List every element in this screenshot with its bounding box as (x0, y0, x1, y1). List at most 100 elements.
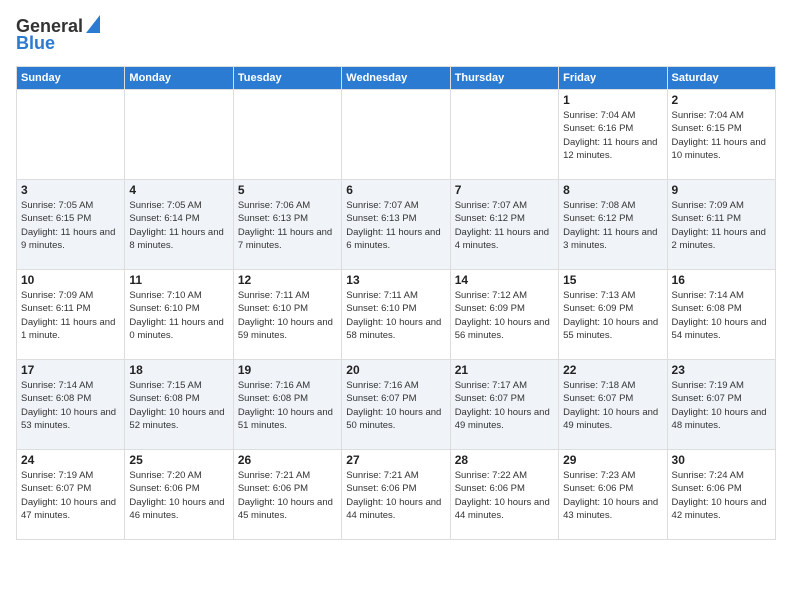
day-number: 8 (563, 183, 662, 197)
day-info: Sunrise: 7:04 AMSunset: 6:16 PMDaylight:… (563, 109, 662, 162)
calendar-week-row: 17Sunrise: 7:14 AMSunset: 6:08 PMDayligh… (17, 360, 776, 450)
calendar-header: SundayMondayTuesdayWednesdayThursdayFrid… (17, 67, 776, 90)
day-info: Sunrise: 7:17 AMSunset: 6:07 PMDaylight:… (455, 379, 554, 432)
day-number: 29 (563, 453, 662, 467)
day-number: 1 (563, 93, 662, 107)
weekday-header: Thursday (450, 67, 558, 90)
calendar-cell: 7 Sunrise: 7:07 AMSunset: 6:12 PMDaylight… (450, 180, 558, 270)
calendar-cell: 24 Sunrise: 7:19 AMSunset: 6:07 PMDayligh… (17, 450, 125, 540)
day-info: Sunrise: 7:07 AMSunset: 6:12 PMDaylight:… (455, 199, 554, 252)
calendar-cell: 1 Sunrise: 7:04 AMSunset: 6:16 PMDaylight… (559, 90, 667, 180)
day-info: Sunrise: 7:07 AMSunset: 6:13 PMDaylight:… (346, 199, 445, 252)
day-info: Sunrise: 7:04 AMSunset: 6:15 PMDaylight:… (672, 109, 771, 162)
page-header: General Blue (16, 16, 776, 54)
calendar-week-row: 24 Sunrise: 7:19 AMSunset: 6:07 PMDayligh… (17, 450, 776, 540)
day-info: Sunrise: 7:21 AMSunset: 6:06 PMDaylight:… (346, 469, 445, 522)
day-info: Sunrise: 7:19 AMSunset: 6:07 PMDaylight:… (672, 379, 771, 432)
day-number: 23 (672, 363, 771, 377)
day-number: 7 (455, 183, 554, 197)
logo-arrow-icon (86, 15, 100, 33)
day-info: Sunrise: 7:14 AMSunset: 6:08 PMDaylight:… (21, 379, 120, 432)
day-info: Sunrise: 7:22 AMSunset: 6:06 PMDaylight:… (455, 469, 554, 522)
day-number: 2 (672, 93, 771, 107)
calendar-cell: 15 Sunrise: 7:13 AMSunset: 6:09 PMDayligh… (559, 270, 667, 360)
day-number: 20 (346, 363, 445, 377)
day-number: 10 (21, 273, 120, 287)
day-number: 25 (129, 453, 228, 467)
day-number: 4 (129, 183, 228, 197)
day-info: Sunrise: 7:09 AMSunset: 6:11 PMDaylight:… (672, 199, 771, 252)
day-info: Sunrise: 7:09 AMSunset: 6:11 PMDaylight:… (21, 289, 120, 342)
calendar-cell: 22 Sunrise: 7:18 AMSunset: 6:07 PMDayligh… (559, 360, 667, 450)
day-number: 26 (238, 453, 337, 467)
calendar-cell: 2 Sunrise: 7:04 AMSunset: 6:15 PMDaylight… (667, 90, 775, 180)
calendar-cell: 26 Sunrise: 7:21 AMSunset: 6:06 PMDayligh… (233, 450, 341, 540)
weekday-header: Tuesday (233, 67, 341, 90)
calendar-week-row: 3Sunrise: 7:05 AMSunset: 6:15 PMDaylight… (17, 180, 776, 270)
calendar-cell (450, 90, 558, 180)
calendar-body: 1 Sunrise: 7:04 AMSunset: 6:16 PMDaylight… (17, 90, 776, 540)
day-number: 14 (455, 273, 554, 287)
day-info: Sunrise: 7:23 AMSunset: 6:06 PMDaylight:… (563, 469, 662, 522)
calendar-week-row: 10 Sunrise: 7:09 AMSunset: 6:11 PMDayligh… (17, 270, 776, 360)
day-info: Sunrise: 7:21 AMSunset: 6:06 PMDaylight:… (238, 469, 337, 522)
weekday-header: Sunday (17, 67, 125, 90)
day-number: 18 (129, 363, 228, 377)
day-number: 9 (672, 183, 771, 197)
calendar-cell (17, 90, 125, 180)
day-number: 22 (563, 363, 662, 377)
day-info: Sunrise: 7:16 AMSunset: 6:08 PMDaylight:… (238, 379, 337, 432)
day-number: 11 (129, 273, 228, 287)
day-number: 28 (455, 453, 554, 467)
logo: General Blue (16, 16, 100, 54)
day-number: 15 (563, 273, 662, 287)
calendar-cell: 3Sunrise: 7:05 AMSunset: 6:15 PMDaylight… (17, 180, 125, 270)
day-number: 30 (672, 453, 771, 467)
calendar-cell: 21 Sunrise: 7:17 AMSunset: 6:07 PMDayligh… (450, 360, 558, 450)
calendar-cell (342, 90, 450, 180)
calendar-cell: 13 Sunrise: 7:11 AMSunset: 6:10 PMDayligh… (342, 270, 450, 360)
day-info: Sunrise: 7:14 AMSunset: 6:08 PMDaylight:… (672, 289, 771, 342)
day-info: Sunrise: 7:11 AMSunset: 6:10 PMDaylight:… (346, 289, 445, 342)
calendar-cell: 11Sunrise: 7:10 AMSunset: 6:10 PMDayligh… (125, 270, 233, 360)
calendar-cell: 25Sunrise: 7:20 AMSunset: 6:06 PMDayligh… (125, 450, 233, 540)
calendar-cell (233, 90, 341, 180)
day-number: 13 (346, 273, 445, 287)
day-number: 27 (346, 453, 445, 467)
calendar-cell: 27 Sunrise: 7:21 AMSunset: 6:06 PMDayligh… (342, 450, 450, 540)
day-number: 5 (238, 183, 337, 197)
day-info: Sunrise: 7:18 AMSunset: 6:07 PMDaylight:… (563, 379, 662, 432)
day-number: 12 (238, 273, 337, 287)
calendar-cell: 8 Sunrise: 7:08 AMSunset: 6:12 PMDaylight… (559, 180, 667, 270)
day-info: Sunrise: 7:16 AMSunset: 6:07 PMDaylight:… (346, 379, 445, 432)
day-number: 24 (21, 453, 120, 467)
calendar-cell: 30 Sunrise: 7:24 AMSunset: 6:06 PMDayligh… (667, 450, 775, 540)
day-number: 21 (455, 363, 554, 377)
day-info: Sunrise: 7:13 AMSunset: 6:09 PMDaylight:… (563, 289, 662, 342)
calendar-cell: 23 Sunrise: 7:19 AMSunset: 6:07 PMDayligh… (667, 360, 775, 450)
day-info: Sunrise: 7:12 AMSunset: 6:09 PMDaylight:… (455, 289, 554, 342)
calendar-cell: 16 Sunrise: 7:14 AMSunset: 6:08 PMDayligh… (667, 270, 775, 360)
calendar-cell: 17Sunrise: 7:14 AMSunset: 6:08 PMDayligh… (17, 360, 125, 450)
calendar-week-row: 1 Sunrise: 7:04 AMSunset: 6:16 PMDaylight… (17, 90, 776, 180)
calendar-cell: 19 Sunrise: 7:16 AMSunset: 6:08 PMDayligh… (233, 360, 341, 450)
weekday-header: Wednesday (342, 67, 450, 90)
calendar-cell: 18Sunrise: 7:15 AMSunset: 6:08 PMDayligh… (125, 360, 233, 450)
day-info: Sunrise: 7:06 AMSunset: 6:13 PMDaylight:… (238, 199, 337, 252)
day-info: Sunrise: 7:08 AMSunset: 6:12 PMDaylight:… (563, 199, 662, 252)
weekday-row: SundayMondayTuesdayWednesdayThursdayFrid… (17, 67, 776, 90)
day-number: 6 (346, 183, 445, 197)
day-info: Sunrise: 7:11 AMSunset: 6:10 PMDaylight:… (238, 289, 337, 342)
day-info: Sunrise: 7:05 AMSunset: 6:15 PMDaylight:… (21, 199, 120, 252)
weekday-header: Friday (559, 67, 667, 90)
calendar-cell: 14 Sunrise: 7:12 AMSunset: 6:09 PMDayligh… (450, 270, 558, 360)
day-number: 16 (672, 273, 771, 287)
calendar-cell: 6 Sunrise: 7:07 AMSunset: 6:13 PMDaylight… (342, 180, 450, 270)
day-info: Sunrise: 7:24 AMSunset: 6:06 PMDaylight:… (672, 469, 771, 522)
calendar-cell: 29 Sunrise: 7:23 AMSunset: 6:06 PMDayligh… (559, 450, 667, 540)
calendar-cell: 10 Sunrise: 7:09 AMSunset: 6:11 PMDayligh… (17, 270, 125, 360)
calendar-cell (125, 90, 233, 180)
day-number: 19 (238, 363, 337, 377)
calendar-cell: 12 Sunrise: 7:11 AMSunset: 6:10 PMDayligh… (233, 270, 341, 360)
day-info: Sunrise: 7:19 AMSunset: 6:07 PMDaylight:… (21, 469, 120, 522)
